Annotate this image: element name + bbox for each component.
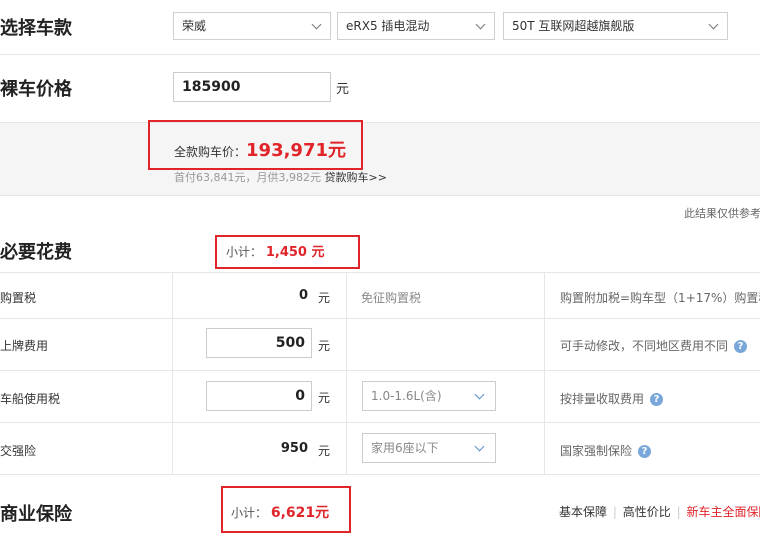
help-icon[interactable]: ? [638,445,652,458]
help-icon[interactable]: ? [734,340,748,353]
insurance-plan-tabs: 基本保障 | 高性价比 | 新车主全面保障 [559,503,760,520]
divider [0,370,760,371]
compulsory-insurance-note-text: 国家强制保险 [560,444,633,458]
disclaimer-text: 此结果仅供参考 [684,207,760,220]
tab-separator: | [612,505,617,519]
divider [0,474,760,475]
chevron-down-icon [474,389,485,400]
full-price-label: 全款购车价： [174,145,247,159]
fee-name-compulsory-insurance: 交强险 [0,444,37,458]
chevron-down-icon [708,19,719,30]
seat-count-select[interactable]: 家用6座以下 [362,433,496,463]
fee-name-purchase-tax: 购置税 [0,291,37,305]
full-price-value: 193,971元 [246,140,346,161]
bare-price-input[interactable]: 185900 [173,72,331,102]
commercial-subtotal-value: 6,621元 [270,505,330,521]
divider [0,318,760,319]
full-price-line: 全款购车价：193,971元 [174,136,346,162]
fee-name-registration: 上牌费用 [0,339,49,353]
compulsory-insurance-unit: 元 [318,444,331,458]
brand-select[interactable]: 荣威 [173,12,331,40]
commercial-subtotal-label: 小计： [231,506,268,520]
registration-fee-unit: 元 [318,339,331,353]
required-fees-subtotal-value: 1,450 元 [265,245,325,260]
fee-name-vehicle-tax: 车船使用税 [0,392,61,406]
brand-select-value: 荣威 [182,19,207,33]
chevron-down-icon [474,441,485,452]
vehicle-tax-note: 按排量收取费用? [560,390,664,407]
displacement-select[interactable]: 1.0-1.6L(含) [362,381,496,411]
trim-select[interactable]: 50T 互联网超越旗舰版 [503,12,728,40]
divider [0,54,760,55]
required-fees-subtotal-label: 小计： [226,245,263,259]
select-car-label: 选择车款 [0,18,72,39]
tab-full-coverage[interactable]: 新车主全面保障 [686,505,760,519]
required-fees-title: 必要花费 [0,242,72,263]
purchase-tax-note: 购置附加税=购车型（1+17%）购置税 [560,291,760,305]
bare-price-unit: 元 [336,82,350,97]
compulsory-insurance-note: 国家强制保险? [560,442,652,459]
commercial-subtotal: 小计： 6,621元 [231,502,329,522]
vehicle-tax-note-text: 按排量收取费用 [560,392,645,406]
column-divider [172,272,173,474]
divider [0,272,760,273]
registration-fee-note: 可手动修改，不同地区费用不同? [560,337,748,354]
tab-cost-effective[interactable]: 高性价比 [623,505,671,519]
loan-text: 首付63,841元，月供3,982元 [174,171,321,184]
loan-link[interactable]: 贷款购车>> [324,171,386,184]
tab-separator: | [676,505,681,519]
purchase-tax-exempt-option: 免征购置税 [361,291,422,305]
purchase-tax-unit: 元 [318,291,331,305]
vehicle-tax-unit: 元 [318,391,331,405]
model-select[interactable]: eRX5 插电混动 [337,12,495,40]
column-divider [346,272,347,474]
help-icon[interactable]: ? [650,393,664,406]
bare-price-label: 裸车价格 [0,79,72,100]
chevron-down-icon [311,19,322,30]
vehicle-tax-input[interactable]: 0 [206,381,312,411]
loan-line: 首付63,841元，月供3,982元 贷款购车>> [174,169,387,185]
tab-basic-coverage[interactable]: 基本保障 [559,505,607,519]
trim-select-value: 50T 互联网超越旗舰版 [512,19,635,33]
commercial-insurance-title: 商业保险 [0,504,72,525]
chevron-down-icon [475,19,486,30]
required-fees-subtotal: 小计： 1,450 元 [226,241,325,260]
compulsory-insurance-value: 950 [280,441,308,456]
purchase-tax-value: 0 [298,288,308,303]
model-select-value: eRX5 插电混动 [346,19,430,33]
registration-fee-input[interactable]: 500 [206,328,312,358]
divider [0,422,760,423]
registration-fee-note-text: 可手动修改，不同地区费用不同 [560,339,729,353]
column-divider [544,272,545,474]
displacement-select-value: 1.0-1.6L(含) [371,389,442,403]
seat-count-select-value: 家用6座以下 [371,441,439,455]
